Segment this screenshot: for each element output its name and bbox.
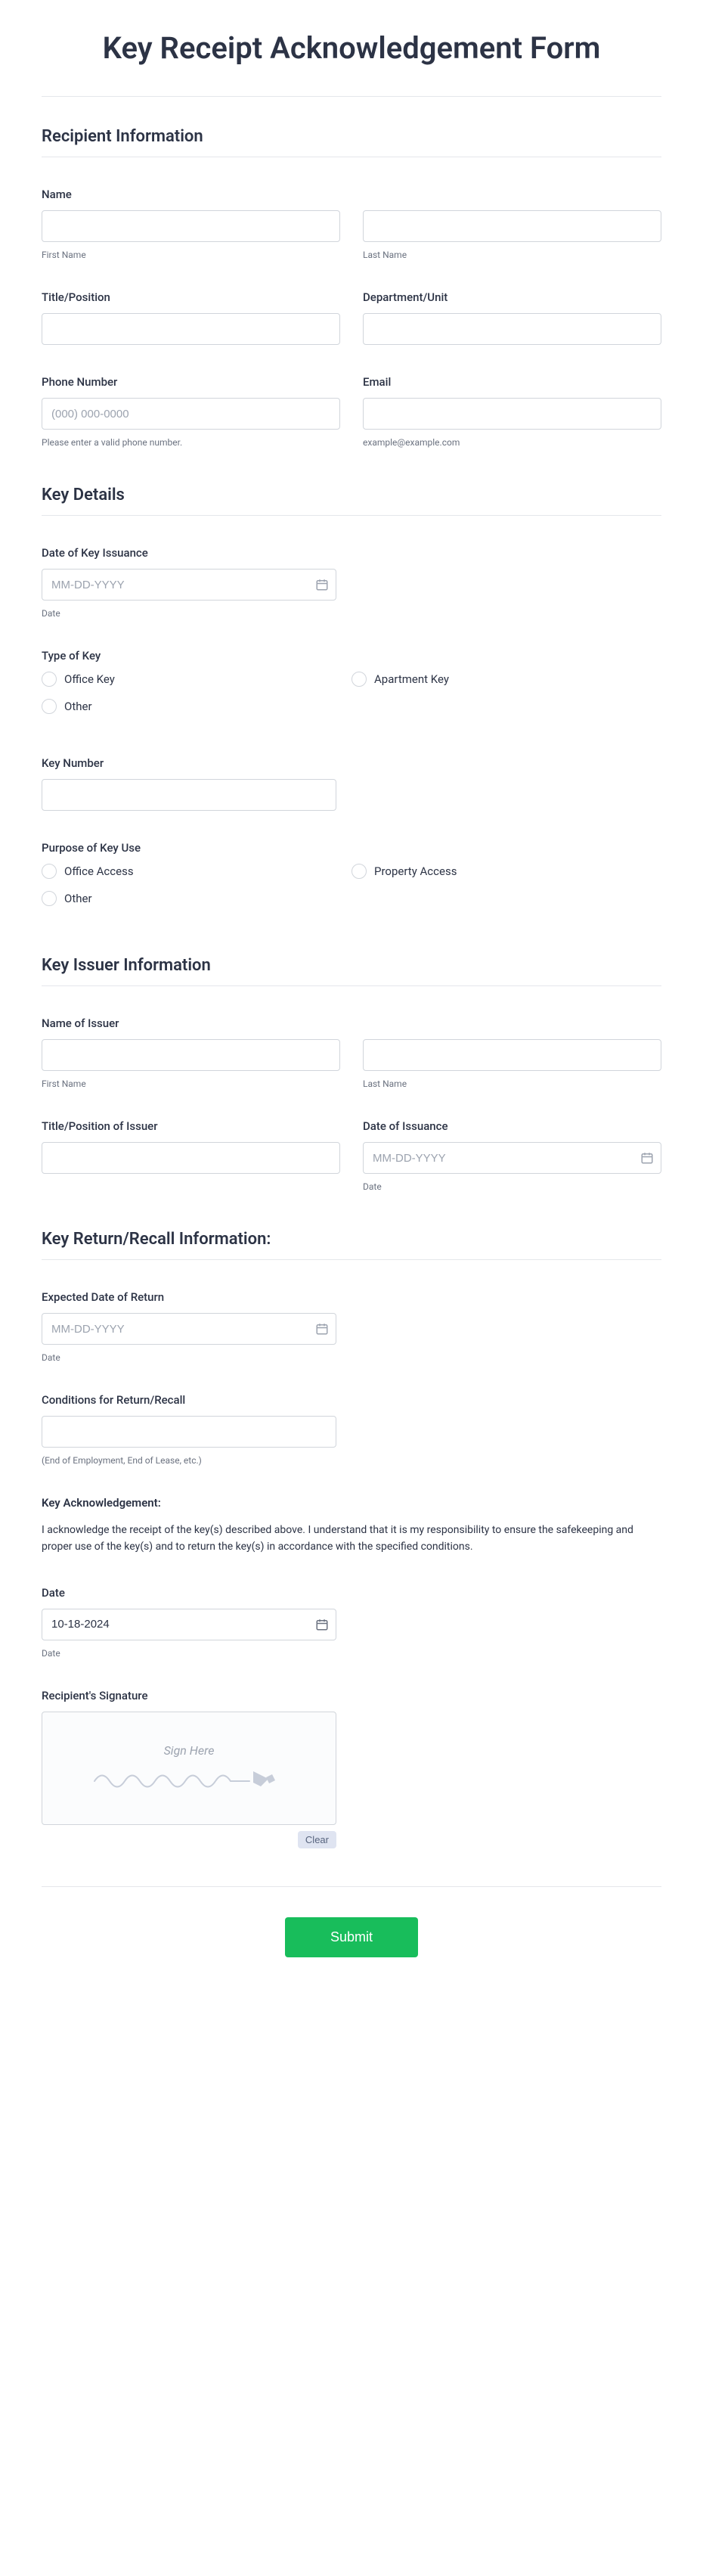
form-title: Key Receipt Acknowledgement Form [42,30,661,66]
issuer-last-name-sublabel: Last Name [363,1079,661,1089]
issuer-first-name-input[interactable] [42,1039,340,1071]
email-label: Email [363,375,661,389]
top-divider [42,96,661,97]
expected-return-input[interactable] [42,1313,336,1345]
radio-apartment-key[interactable]: Apartment Key [352,672,449,687]
first-name-sublabel: First Name [42,250,340,260]
department-unit-label: Department/Unit [363,290,661,304]
section-recipient-heading: Recipient Information [42,127,661,157]
radio-office-access[interactable]: Office Access [42,864,134,879]
radio-property-access[interactable]: Property Access [352,864,457,879]
first-name-input[interactable] [42,210,340,242]
conditions-return-input[interactable] [42,1416,336,1448]
type-of-key-label: Type of Key [42,649,661,663]
last-name-sublabel: Last Name [363,250,661,260]
submit-button[interactable]: Submit [285,1917,418,1957]
section-key-details-heading: Key Details [42,486,661,516]
radio-office-key-label: Office Key [64,672,115,686]
date-label: Date [42,1586,661,1600]
radio-office-access-label: Office Access [64,864,134,878]
ack-date-input[interactable] [42,1609,336,1640]
conditions-hint: (End of Employment, End of Lease, etc.) [42,1455,661,1466]
radio-other-purpose[interactable]: Other [42,891,92,906]
expected-return-sublabel: Date [42,1352,661,1363]
signature-pad[interactable]: Sign Here [42,1712,336,1825]
issuer-name-label: Name of Issuer [42,1016,661,1030]
ack-heading: Key Acknowledgement: [42,1496,661,1510]
issuer-first-name-sublabel: First Name [42,1079,340,1089]
title-position-input[interactable] [42,313,340,345]
section-issuer-heading: Key Issuer Information [42,956,661,986]
name-label: Name [42,188,661,201]
title-position-label: Title/Position [42,290,340,304]
department-unit-input[interactable] [363,313,661,345]
date-of-issuance-sublabel: Date [363,1181,661,1192]
radio-other-key[interactable]: Other [42,699,92,714]
radio-circle-icon [352,672,367,687]
date-key-issuance-sublabel: Date [42,608,661,619]
issuer-title-label: Title/Position of Issuer [42,1119,340,1133]
key-number-input[interactable] [42,779,336,811]
conditions-return-label: Conditions for Return/Recall [42,1393,661,1407]
date-of-issuance-input[interactable] [363,1142,661,1174]
phone-number-label: Phone Number [42,375,340,389]
clear-signature-button[interactable]: Clear [298,1831,336,1848]
issuer-last-name-input[interactable] [363,1039,661,1071]
email-input[interactable] [363,398,661,430]
date-key-issuance-label: Date of Key Issuance [42,546,661,560]
signature-label: Recipient's Signature [42,1689,661,1702]
ack-text: I acknowledge the receipt of the key(s) … [42,1522,661,1556]
sign-here-text: Sign Here [164,1743,215,1758]
radio-circle-icon [352,864,367,879]
radio-circle-icon [42,699,57,714]
phone-hint: Please enter a valid phone number. [42,437,340,448]
phone-number-input[interactable] [42,398,340,430]
radio-other-purpose-label: Other [64,892,92,905]
issuer-title-input[interactable] [42,1142,340,1174]
key-number-label: Key Number [42,756,661,770]
radio-circle-icon [42,672,57,687]
expected-return-label: Expected Date of Return [42,1290,661,1304]
radio-other-key-label: Other [64,700,92,713]
purpose-label: Purpose of Key Use [42,841,661,855]
radio-circle-icon [42,864,57,879]
signature-placeholder-icon [91,1762,287,1792]
ack-date-sublabel: Date [42,1648,661,1659]
radio-property-access-label: Property Access [374,864,457,878]
radio-apartment-key-label: Apartment Key [374,672,449,686]
radio-office-key[interactable]: Office Key [42,672,115,687]
email-hint: example@example.com [363,437,661,448]
radio-circle-icon [42,891,57,906]
date-of-issuance-label: Date of Issuance [363,1119,661,1133]
section-return-heading: Key Return/Recall Information: [42,1230,661,1260]
date-key-issuance-input[interactable] [42,569,336,601]
last-name-input[interactable] [363,210,661,242]
